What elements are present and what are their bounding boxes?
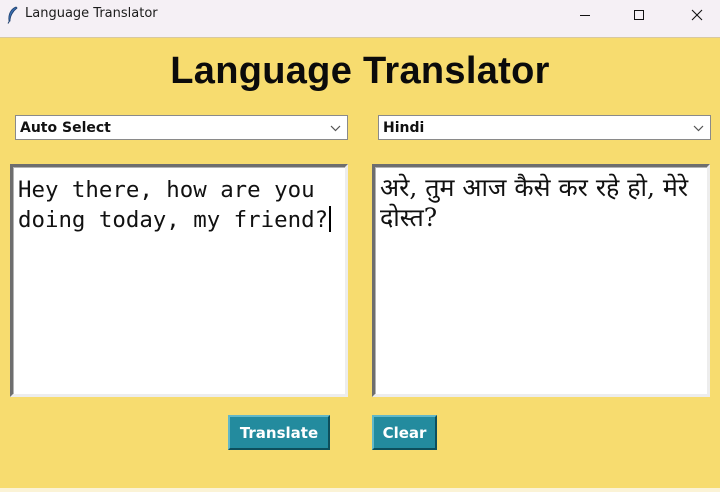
- page-title: Language Translator: [170, 50, 550, 92]
- feather-icon: [6, 6, 18, 24]
- target-language-value: Hindi: [383, 120, 425, 136]
- maximize-icon: [634, 10, 644, 20]
- input-textarea[interactable]: Hey there, how are you doing today, my f…: [10, 164, 348, 397]
- maximize-button[interactable]: [616, 0, 662, 30]
- title-bar: Language Translator: [0, 0, 720, 38]
- input-text: Hey there, how are you doing today, my f…: [18, 177, 329, 233]
- close-button[interactable]: [674, 0, 720, 30]
- source-language-value: Auto Select: [20, 120, 111, 136]
- text-cursor: [329, 206, 332, 232]
- source-language-select[interactable]: Auto Select: [15, 115, 348, 140]
- minimize-button[interactable]: [562, 0, 608, 30]
- output-textarea[interactable]: अरे, तुम आज कैसे कर रहे हो, मेरे दोस्त?: [372, 164, 710, 397]
- output-text: अरे, तुम आज कैसे कर रहे हो, मेरे दोस्त?: [380, 173, 689, 232]
- translate-button[interactable]: Translate: [228, 415, 330, 450]
- target-language-select[interactable]: Hindi: [378, 115, 711, 140]
- chevron-down-icon: [693, 125, 704, 132]
- chevron-down-icon: [330, 125, 341, 132]
- window-title: Language Translator: [25, 6, 158, 21]
- window-bottom-edge: [0, 488, 720, 492]
- clear-button[interactable]: Clear: [372, 415, 437, 450]
- close-icon: [691, 9, 703, 21]
- minimize-icon: [580, 15, 590, 16]
